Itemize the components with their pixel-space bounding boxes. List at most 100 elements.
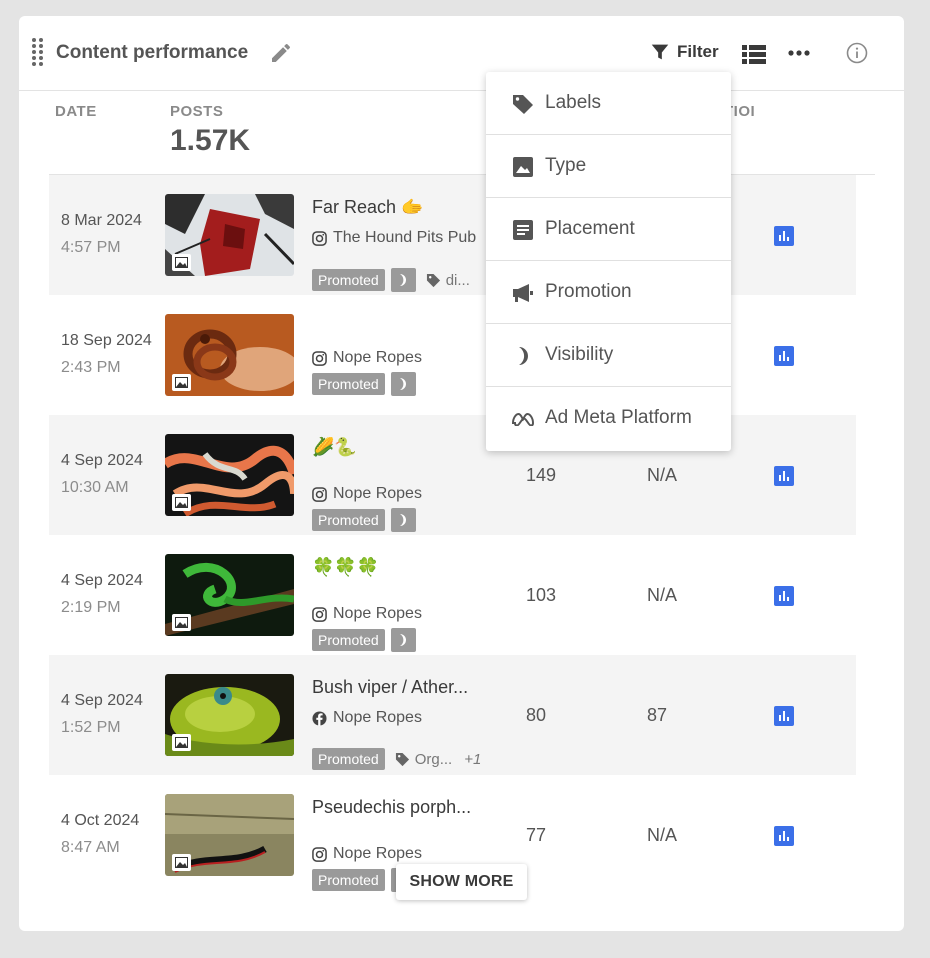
content-performance-card: Content performance Filter DATE POSTS TI… (19, 16, 904, 931)
post-date: 8 Mar 2024 (61, 212, 142, 229)
more-options-icon[interactable] (788, 50, 810, 56)
instagram-icon (312, 606, 327, 622)
metric-value: 80 (526, 705, 547, 725)
column-header-posts[interactable]: POSTS (170, 103, 223, 120)
post-time: 10:30 AM (61, 479, 129, 496)
filter-option-promotion[interactable]: Promotion (486, 261, 731, 324)
column-header-date[interactable]: DATE (55, 103, 97, 120)
promoted-badge: Promoted (312, 869, 385, 891)
bar-chart-icon[interactable] (774, 826, 794, 846)
filter-funnel-icon (651, 44, 669, 60)
card-title: Content performance (56, 42, 249, 63)
post-thumbnail[interactable] (165, 194, 294, 276)
promoted-badge: Promoted (312, 269, 385, 291)
filter-option-label: Type (545, 155, 587, 176)
account-name: Nope Ropes (333, 349, 422, 366)
post-title[interactable]: Pseudechis porph... (312, 797, 471, 818)
post-account: Nope Ropes (312, 605, 422, 623)
filter-option-visibility[interactable]: Visibility (486, 324, 731, 387)
tag-icon (426, 273, 440, 287)
post-date: 4 Sep 2024 (61, 572, 143, 589)
post-date: 4 Sep 2024 (61, 452, 143, 469)
visibility-moon-icon (390, 628, 416, 652)
filter-dropdown-menu: Labels Type Placement Promotion Visibili… (486, 72, 731, 451)
post-account: Nope Ropes (312, 845, 422, 863)
metric-value: 87 (647, 705, 668, 725)
bar-chart-icon[interactable] (774, 586, 794, 606)
card-header: Content performance Filter (19, 16, 904, 91)
drag-handle-icon[interactable] (32, 38, 44, 68)
metric-value: N/A (647, 465, 678, 485)
document-icon (511, 218, 535, 242)
bar-chart-icon[interactable] (774, 466, 794, 486)
filter-option-label: Ad Meta Platform (545, 407, 692, 428)
filter-label: Filter (677, 42, 719, 61)
account-name: Nope Ropes (333, 709, 422, 726)
post-title[interactable]: Far Reach 🫱 (312, 197, 423, 218)
label-text: Org... (414, 750, 453, 768)
image-type-icon (172, 854, 191, 871)
visibility-moon-icon (390, 508, 416, 532)
table-row[interactable]: 4 Sep 2024 2:19 PM 🍀🍀🍀 Nope Ropes Promot… (49, 535, 856, 655)
post-thumbnail[interactable] (165, 554, 294, 636)
filter-button[interactable]: Filter (649, 41, 719, 63)
filter-option-ad-meta-platform[interactable]: Ad Meta Platform (486, 387, 731, 450)
visibility-moon-icon (390, 268, 416, 292)
promoted-badge: Promoted (312, 629, 385, 651)
moon-icon (511, 344, 535, 368)
image-type-icon (172, 374, 191, 391)
table-row[interactable]: 4 Sep 2024 1:52 PM Bush viper / Ather...… (49, 655, 856, 775)
show-more-button[interactable]: SHOW MORE (396, 864, 527, 900)
post-time: 2:43 PM (61, 359, 121, 376)
label-tag: di... (426, 272, 470, 289)
promoted-badge: Promoted (312, 373, 385, 395)
post-title[interactable]: Bush viper / Ather... (312, 677, 468, 698)
post-time: 2:19 PM (61, 599, 121, 616)
image-type-icon (172, 614, 191, 631)
post-thumbnail[interactable] (165, 434, 294, 516)
metric-value: N/A (647, 585, 678, 605)
post-thumbnail[interactable] (165, 674, 294, 756)
metric-value: N/A (647, 825, 678, 845)
post-date: 18 Sep 2024 (61, 332, 152, 349)
account-name: Nope Ropes (333, 485, 422, 502)
post-date: 4 Oct 2024 (61, 812, 140, 829)
facebook-icon (312, 710, 327, 726)
post-tags: Promoted Org... +1 (312, 748, 481, 770)
account-name: Nope Ropes (333, 605, 422, 622)
label-tag: Org... (395, 750, 453, 768)
image-type-icon (172, 734, 191, 751)
visibility-moon-icon (390, 372, 416, 396)
post-tags: Promoted (312, 372, 416, 396)
metric-value: 77 (526, 825, 547, 845)
filter-option-placement[interactable]: Placement (486, 198, 731, 261)
meta-icon (511, 407, 535, 431)
instagram-icon (312, 350, 327, 366)
post-title[interactable]: 🌽🐍 (312, 437, 357, 458)
table-row[interactable]: 4 Sep 2024 10:30 AM 🌽🐍 Nope Ropes Promot… (49, 415, 856, 535)
edit-pencil-icon[interactable] (269, 41, 293, 65)
instagram-icon (312, 230, 327, 246)
post-title[interactable]: 🍀🍀🍀 (312, 557, 379, 578)
post-thumbnail[interactable] (165, 794, 294, 876)
table-row[interactable]: 8 Mar 2024 4:57 PM Far Reach 🫱 The Hound… (49, 175, 856, 295)
filter-option-type[interactable]: Type (486, 135, 731, 198)
post-tags: Promoted (312, 508, 416, 532)
filter-option-label: Labels (545, 92, 601, 113)
account-name: Nope Ropes (333, 845, 422, 862)
bar-chart-icon[interactable] (774, 706, 794, 726)
post-account: The Hound Pits Pub (312, 229, 476, 247)
info-icon[interactable] (846, 42, 868, 64)
tag-icon (395, 752, 409, 766)
list-view-icon[interactable] (742, 43, 766, 65)
metric-value: 103 (526, 585, 557, 605)
bar-chart-icon[interactable] (774, 226, 794, 246)
bar-chart-icon[interactable] (774, 346, 794, 366)
table-row[interactable]: 18 Sep 2024 2:43 PM Nope Ropes Promoted (49, 295, 856, 415)
account-name: The Hound Pits Pub (333, 229, 477, 246)
post-thumbnail[interactable] (165, 314, 294, 396)
post-tags: Promoted (312, 628, 416, 652)
posts-total: 1.57K (170, 124, 251, 157)
metric-value: 149 (526, 465, 557, 485)
filter-option-labels[interactable]: Labels (486, 72, 731, 135)
